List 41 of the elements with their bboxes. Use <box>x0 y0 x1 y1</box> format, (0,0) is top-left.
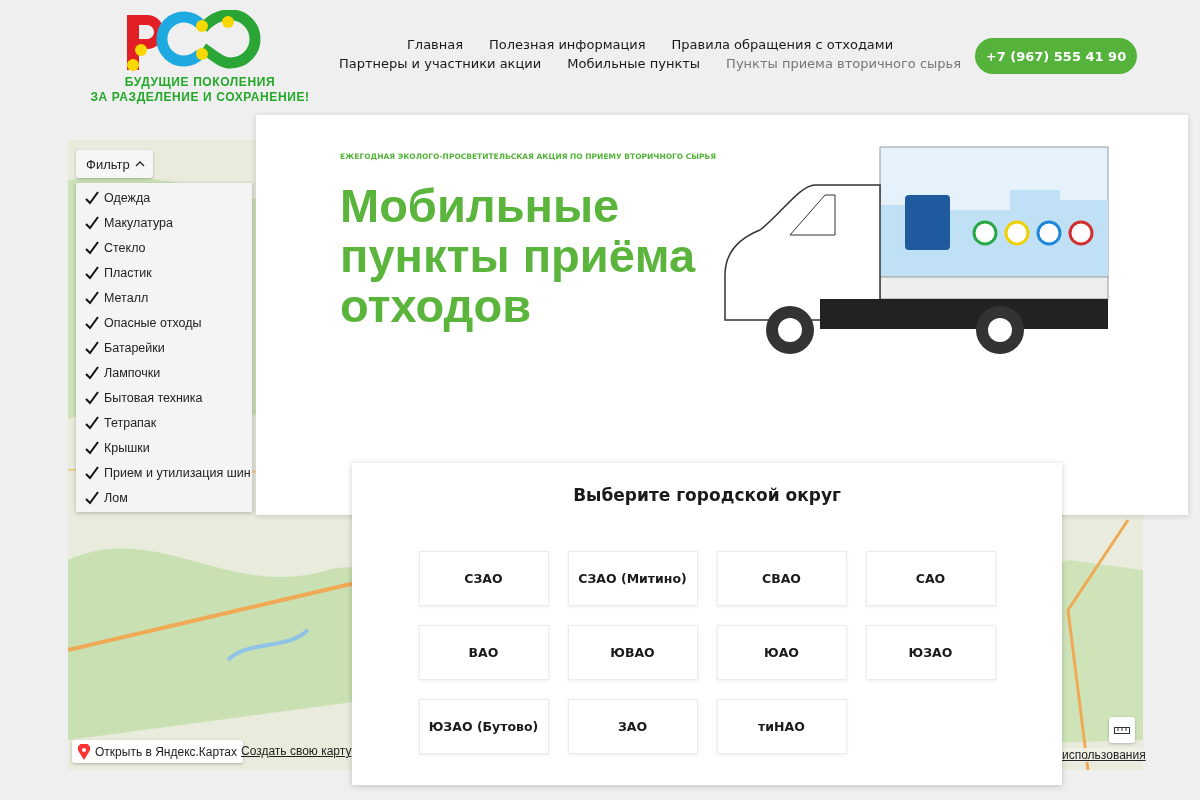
nav-link[interactable]: Главная <box>406 37 464 52</box>
district-button[interactable]: ЮЗАО (Бутово) <box>418 699 549 754</box>
district-button[interactable]: тиНАО <box>716 699 847 754</box>
nav-link[interactable]: Мобильные пункты <box>567 56 701 71</box>
create-map-link[interactable]: Создать свою карту <box>241 744 352 758</box>
hero-title: Мобильные пункты приёма отходов <box>340 181 697 331</box>
district-button[interactable]: САО <box>865 551 996 606</box>
district-button[interactable]: СВАО <box>716 551 847 606</box>
map-pin-icon <box>78 743 90 760</box>
district-button[interactable]: СЗАО (Митино) <box>567 551 698 606</box>
filter-option[interactable]: Стекло <box>76 235 252 260</box>
ruler-button[interactable] <box>1109 717 1135 743</box>
ruler-icon <box>1114 726 1130 734</box>
district-button[interactable]: СЗАО <box>418 551 549 606</box>
filter-option[interactable]: Тетрапак <box>76 410 252 435</box>
filter-option[interactable]: Бытовая техника <box>76 385 252 410</box>
nav-link[interactable]: Партнеры и участники акции <box>338 56 542 71</box>
filter-option[interactable]: Опасные отходы <box>76 310 252 335</box>
district-button[interactable]: ВАО <box>418 625 549 680</box>
district-button[interactable]: ЮЗАО <box>865 625 996 680</box>
district-button[interactable]: ЮАО <box>716 625 847 680</box>
filter-option[interactable]: Макулатура <box>76 210 252 235</box>
filter-option[interactable]: Прием и утилизация шин <box>76 460 252 485</box>
district-button[interactable]: ЮВАО <box>567 625 698 680</box>
nav-link[interactable]: Пункты приема вторичного сырья <box>726 56 962 71</box>
filter-option[interactable]: Пластик <box>76 260 252 285</box>
logo-tagline: БУДУЩИЕ ПОКОЛЕНИЯ <box>124 75 276 90</box>
filter-option[interactable]: Лом <box>76 485 252 510</box>
nav-link[interactable]: Правила обращения с отходами <box>671 37 894 52</box>
filter-option[interactable]: Крышки <box>76 435 252 460</box>
filter-option[interactable]: Лампочки <box>76 360 252 385</box>
nav-link[interactable]: Полезная информация <box>489 37 646 52</box>
caret-icon <box>134 161 145 167</box>
district-button[interactable]: ЗАО <box>567 699 698 754</box>
filter-option[interactable]: Металл <box>76 285 252 310</box>
logo-tagline: ЗА РАЗДЕЛЕНИЕ И СОХРАНЕНИЕ! <box>90 90 310 105</box>
terms-link[interactable]: использования <box>1062 748 1146 762</box>
filter-button[interactable]: Фильтр <box>76 150 153 178</box>
filter-option[interactable]: Батарейки <box>76 335 252 360</box>
district-heading: Выберите городской округ <box>573 485 841 505</box>
filter-option[interactable]: Одежда <box>76 185 252 210</box>
